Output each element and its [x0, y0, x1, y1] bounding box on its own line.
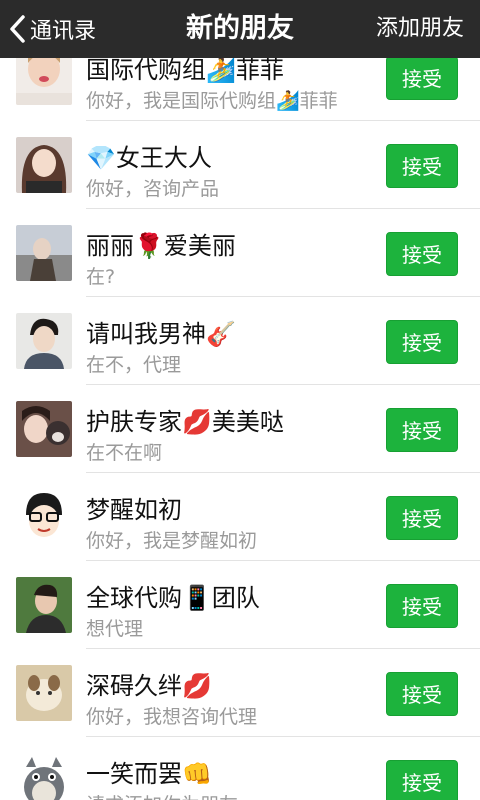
friend-request-row[interactable]: 全球代购📱团队 想代理 接受	[0, 561, 480, 649]
friend-name: 全球代购📱团队	[86, 584, 260, 612]
friend-message: 你好，咨询产品	[86, 178, 220, 200]
friend-message: 想代理	[86, 618, 144, 640]
friend-message: 你好，我想咨询代理	[86, 706, 258, 728]
friend-request-row[interactable]: 请叫我男神🎸 在不，代理 接受	[0, 297, 480, 385]
friend-request-list[interactable]: 国际代购组🏄菲菲 你好，我是国际代购组🏄菲菲 接受 💎女王大人 你好，咨询产品 …	[0, 33, 480, 800]
friend-request-row[interactable]: 💎女王大人 你好，咨询产品 接受	[0, 121, 480, 209]
avatar[interactable]	[16, 137, 72, 193]
avatar[interactable]	[16, 401, 72, 457]
friend-name: 梦醒如初	[86, 496, 182, 524]
friend-request-row[interactable]: 护肤专家💋美美哒 在不在啊 接受	[0, 385, 480, 473]
friend-message: 在不，代理	[86, 354, 182, 376]
chevron-left-icon	[8, 14, 26, 44]
avatar[interactable]	[16, 313, 72, 369]
friend-message: 请求添加你为朋友	[86, 790, 238, 800]
accept-button[interactable]: 接受	[386, 408, 458, 452]
accept-button[interactable]: 接受	[386, 584, 458, 628]
friend-message: 你好，我是国际代购组🏄菲菲	[86, 90, 338, 112]
navigation-bar: 通讯录 新的朋友 添加朋友	[0, 0, 480, 58]
friend-request-row[interactable]: 一笑而罢👊 请求添加你为朋友 接受	[0, 737, 480, 800]
friend-name: 护肤专家💋美美哒	[86, 408, 284, 436]
accept-button[interactable]: 接受	[386, 496, 458, 540]
accept-button[interactable]: 接受	[386, 232, 458, 276]
accept-button[interactable]: 接受	[386, 672, 458, 716]
friend-name: 丽丽🌹爱美丽	[86, 232, 236, 260]
accept-button[interactable]: 接受	[386, 56, 458, 100]
avatar[interactable]	[16, 665, 72, 721]
friend-name: 一笑而罢👊	[86, 760, 212, 788]
friend-request-row[interactable]: 梦醒如初 你好，我是梦醒如初 接受	[0, 473, 480, 561]
back-label: 通讯录	[30, 19, 97, 44]
friend-request-row[interactable]: 深碍久绊💋 你好，我想咨询代理 接受	[0, 649, 480, 737]
friend-name: 深碍久绊💋	[86, 672, 212, 700]
friend-message: 在?	[86, 266, 116, 288]
accept-button[interactable]: 接受	[386, 144, 458, 188]
avatar[interactable]	[16, 225, 72, 281]
new-friends-screen: 国际代购组🏄菲菲 你好，我是国际代购组🏄菲菲 接受 💎女王大人 你好，咨询产品 …	[0, 0, 480, 800]
avatar[interactable]	[16, 577, 72, 633]
accept-button[interactable]: 接受	[386, 760, 458, 800]
back-button[interactable]: 通讯录	[8, 0, 96, 58]
accept-button[interactable]: 接受	[386, 320, 458, 364]
friend-name: 请叫我男神🎸	[86, 320, 236, 348]
friend-message: 你好，我是梦醒如初	[86, 530, 258, 552]
friend-name: 💎女王大人	[86, 144, 212, 172]
avatar[interactable]	[16, 489, 72, 545]
friend-request-row[interactable]: 丽丽🌹爱美丽 在? 接受	[0, 209, 480, 297]
add-friend-button[interactable]: 添加朋友	[376, 0, 464, 58]
friend-message: 在不在啊	[86, 442, 163, 464]
avatar[interactable]	[16, 753, 72, 800]
